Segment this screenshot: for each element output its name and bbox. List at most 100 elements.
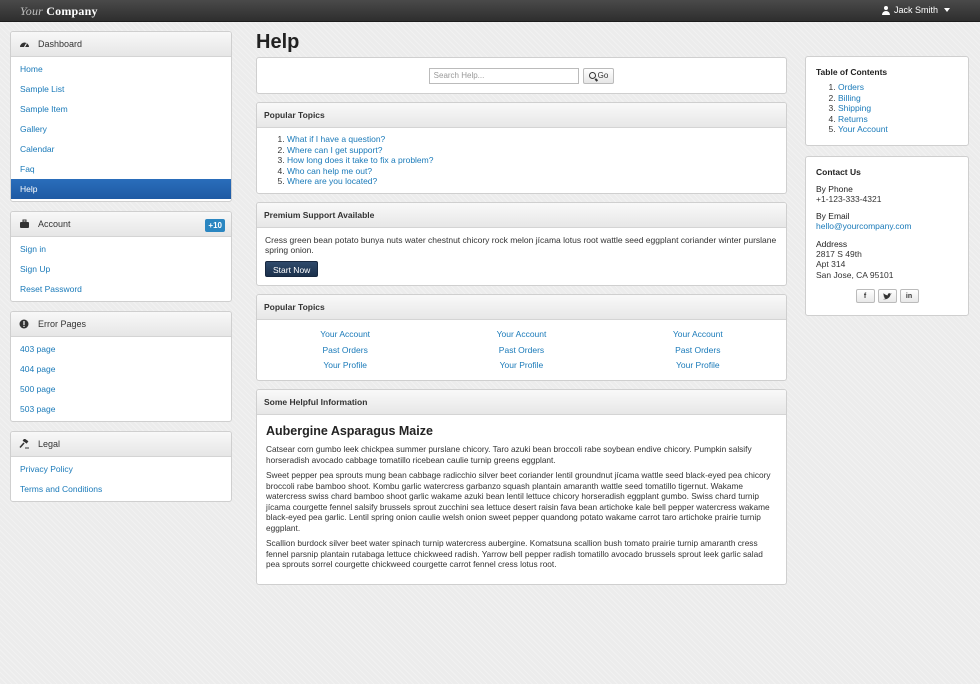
article-paragraph: Catsear corn gumbo leek chickpea summer … bbox=[266, 444, 752, 465]
search-input[interactable] bbox=[428, 67, 579, 84]
list-item: How long does it take to fix a problem? bbox=[287, 155, 786, 166]
popular-topics-grid-title: Popular Topics bbox=[257, 294, 786, 320]
chevron-down-icon bbox=[944, 8, 950, 12]
linkedin-icon: in bbox=[905, 292, 913, 300]
sidebar-item-gallery[interactable]: Gallery bbox=[11, 119, 231, 139]
sidebar-item-sign-in[interactable]: Sign in bbox=[11, 239, 231, 259]
your-profile-link[interactable]: Your Profile bbox=[676, 360, 720, 370]
popular-topics-title: Popular Topics bbox=[257, 103, 786, 128]
list-item: Where can I get support? bbox=[287, 145, 786, 156]
sidebar-item-faq[interactable]: Faq bbox=[11, 159, 231, 179]
notification-badge: +10 bbox=[205, 219, 225, 232]
toc-link-your-account[interactable]: Your Account bbox=[838, 124, 888, 134]
toc-title: Table of Contents bbox=[816, 67, 888, 77]
legal-panel-header: Legal bbox=[11, 432, 231, 457]
sidebar-item-calendar[interactable]: Calendar bbox=[11, 139, 231, 159]
account-panel-header: Account +10 bbox=[11, 212, 231, 237]
toc-link-orders[interactable]: Orders bbox=[838, 82, 864, 92]
list-item: Billing bbox=[838, 93, 958, 104]
briefcase-icon bbox=[19, 219, 31, 229]
helpful-info-title: Some Helpful Information bbox=[257, 390, 786, 416]
list-item: Shipping bbox=[838, 103, 958, 114]
toc-link-shipping[interactable]: Shipping bbox=[838, 103, 871, 113]
past-orders-link[interactable]: Past Orders bbox=[675, 345, 720, 355]
article-paragraph: Scallion burdock silver beet water spina… bbox=[266, 538, 763, 570]
contact-title: Contact Us bbox=[816, 166, 861, 177]
list-item: Returns bbox=[838, 114, 958, 125]
sidebar-item-sample-list[interactable]: Sample List bbox=[11, 79, 231, 99]
error-pages-panel-title: Error Pages bbox=[38, 319, 87, 329]
list-item: Who can help me out? bbox=[287, 166, 786, 177]
user-icon bbox=[881, 5, 890, 15]
link-column: Your Account Past Orders Your Profile bbox=[320, 327, 370, 374]
link-column: Your Account Past Orders Your Profile bbox=[673, 327, 723, 374]
dashboard-panel: Dashboard Home Sample List Sample Item G… bbox=[10, 31, 232, 202]
dashboard-panel-title: Dashboard bbox=[38, 39, 83, 49]
your-profile-link[interactable]: Your Profile bbox=[500, 360, 544, 370]
address-label: Address bbox=[816, 238, 848, 249]
error-pages-panel-header: Error Pages bbox=[11, 312, 231, 337]
account-panel-title: Account bbox=[38, 219, 71, 229]
sidebar-item-500[interactable]: 500 page bbox=[11, 379, 231, 399]
sidebar-item-404[interactable]: 404 page bbox=[11, 359, 231, 379]
legal-panel-title: Legal bbox=[38, 439, 61, 449]
sidebar-item-privacy-policy[interactable]: Privacy Policy bbox=[11, 459, 231, 479]
facebook-icon: f bbox=[863, 292, 867, 300]
toc-list: Orders Billing Shipping Returns Your Acc… bbox=[816, 82, 958, 135]
sidebar-item-home[interactable]: Home bbox=[11, 59, 231, 79]
address-line: Apt 314 bbox=[816, 259, 846, 269]
user-menu[interactable]: Jack Smith bbox=[881, 5, 950, 15]
main-content: Help Go Popular Topics What if I have a … bbox=[256, 31, 787, 593]
article-heading: Aubergine Asparagus Maize bbox=[266, 424, 433, 439]
topic-link[interactable]: Where are you located? bbox=[287, 176, 377, 186]
sidebar-item-reset-password[interactable]: Reset Password bbox=[11, 279, 231, 299]
search-go-button[interactable]: Go bbox=[582, 67, 615, 84]
popular-topics-card: Popular Topics What if I have a question… bbox=[256, 102, 787, 194]
helpful-info-card: Some Helpful Information Aubergine Aspar… bbox=[256, 389, 787, 585]
your-account-link[interactable]: Your Account bbox=[673, 329, 723, 339]
contact-card: Contact Us By Phone +1-123-333-4321 By E… bbox=[805, 155, 969, 316]
account-panel: Account +10 Sign in Sign Up Reset Passwo… bbox=[10, 211, 232, 302]
list-item: Where are you located? bbox=[287, 176, 786, 187]
start-now-button[interactable]: Start Now bbox=[265, 260, 319, 277]
sidebar-item-terms[interactable]: Terms and Conditions bbox=[11, 479, 231, 499]
facebook-button[interactable]: f bbox=[855, 289, 875, 303]
list-item: Orders bbox=[838, 82, 958, 93]
topic-link[interactable]: Who can help me out? bbox=[287, 166, 372, 176]
email-label: By Email bbox=[816, 211, 850, 221]
past-orders-link[interactable]: Past Orders bbox=[499, 345, 544, 355]
topic-link[interactable]: What if I have a question? bbox=[287, 134, 385, 144]
linkedin-button[interactable]: in bbox=[899, 289, 919, 303]
topic-link[interactable]: Where can I get support? bbox=[287, 145, 382, 155]
toc-link-billing[interactable]: Billing bbox=[838, 93, 861, 103]
your-account-link[interactable]: Your Account bbox=[320, 329, 370, 339]
sidebar: Dashboard Home Sample List Sample Item G… bbox=[10, 31, 232, 511]
link-column: Your Account Past Orders Your Profile bbox=[497, 327, 547, 374]
page-title: Help bbox=[256, 31, 300, 53]
twitter-icon bbox=[882, 292, 892, 299]
brand-bold-text: Company bbox=[46, 4, 98, 18]
toc-link-returns[interactable]: Returns bbox=[838, 114, 868, 124]
twitter-button[interactable] bbox=[877, 289, 897, 303]
search-icon bbox=[588, 72, 596, 79]
go-label: Go bbox=[597, 71, 609, 80]
list-item: What if I have a question? bbox=[287, 134, 786, 145]
sidebar-item-503[interactable]: 503 page bbox=[11, 399, 231, 419]
phone-number: +1-123-333-4321 bbox=[816, 193, 882, 204]
popular-topics-grid-card: Popular Topics Your Account Past Orders … bbox=[256, 293, 787, 382]
error-pages-panel: Error Pages 403 page 404 page 500 page 5… bbox=[10, 311, 232, 422]
right-sidebar: Table of Contents Orders Billing Shippin… bbox=[805, 56, 969, 326]
sidebar-item-help[interactable]: Help bbox=[11, 179, 231, 199]
topic-link[interactable]: How long does it take to fix a problem? bbox=[287, 155, 433, 165]
sidebar-item-sign-up[interactable]: Sign Up bbox=[11, 259, 231, 279]
sidebar-item-403[interactable]: 403 page bbox=[11, 339, 231, 359]
address-line: San Jose, CA 95101 bbox=[816, 269, 894, 280]
brand-logo[interactable]: Your Company bbox=[20, 4, 98, 19]
premium-support-card: Premium Support Available Cress green be… bbox=[256, 201, 787, 286]
email-link[interactable]: hello@yourcompany.com bbox=[816, 221, 911, 231]
sidebar-item-sample-item[interactable]: Sample Item bbox=[11, 99, 231, 119]
your-profile-link[interactable]: Your Profile bbox=[323, 360, 367, 370]
social-buttons: f in bbox=[816, 289, 958, 303]
past-orders-link[interactable]: Past Orders bbox=[322, 345, 367, 355]
your-account-link[interactable]: Your Account bbox=[497, 329, 547, 339]
